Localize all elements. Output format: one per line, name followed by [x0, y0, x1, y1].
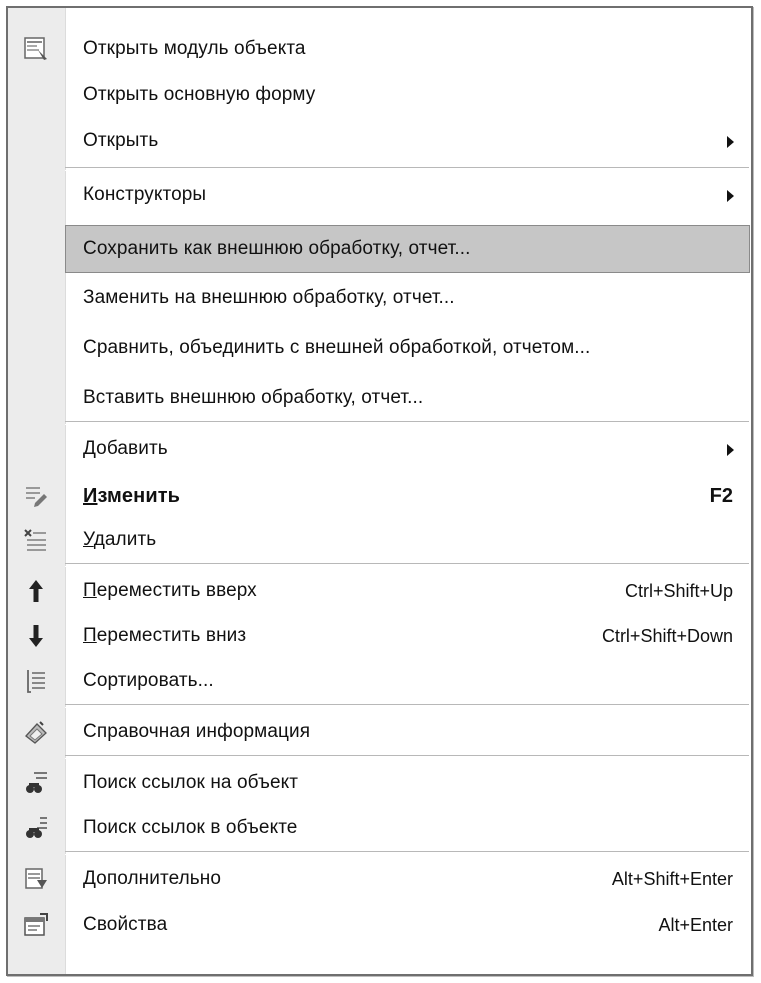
context-menu: Открыть модуль объекта Открыть основную …	[6, 6, 753, 976]
menu-item-delete[interactable]: Удалить	[8, 517, 751, 563]
label-rest: ереместить вверх	[96, 580, 257, 601]
advanced-icon	[14, 863, 58, 895]
menu-item-compare-merge-external[interactable]: Сравнить, объединить с внешней обработко…	[8, 325, 751, 371]
shortcut-text: Alt+Enter	[658, 914, 733, 935]
menu-separator	[65, 704, 749, 708]
menu-item-label: Поиск ссылок на объект	[83, 772, 299, 793]
help-info-icon	[14, 716, 58, 748]
label-rest: далить	[93, 529, 157, 550]
menu-item-edit[interactable]: Изменить F2	[8, 473, 751, 519]
shortcut-text: Ctrl+Shift+Down	[601, 625, 733, 646]
menu-item-label: Вставить внешнюю обработку, отчет...	[83, 387, 424, 408]
menu-item-advanced[interactable]: Дополнительно Alt+Shift+Enter	[8, 856, 751, 902]
mnemonic-letter: И	[83, 484, 98, 507]
submenu-arrow-icon	[727, 190, 734, 202]
mnemonic-letter: П	[83, 580, 97, 601]
mnemonic-letter: У	[83, 529, 94, 550]
menu-item-label: Справочная информация	[83, 721, 311, 742]
label-rest: зменить	[97, 484, 181, 507]
menu-separator	[65, 563, 749, 567]
arrow-down-icon	[14, 620, 58, 652]
menu-item-label: Конструкторы	[83, 184, 207, 205]
find-references-to-icon	[14, 767, 58, 799]
menu-separator	[65, 167, 749, 171]
menu-item-label: Изменить	[83, 485, 180, 508]
menu-item-label: Переместить вверх	[83, 580, 257, 602]
menu-item-label: Свойства	[83, 914, 168, 935]
menu-item-label: Открыть	[83, 130, 159, 151]
menu-item-label: Сравнить, объединить с внешней обработко…	[83, 337, 591, 358]
menu-item-label: Удалить	[83, 529, 156, 551]
menu-item-properties[interactable]: Свойства Alt+Enter	[8, 902, 751, 948]
menu-item-insert-external[interactable]: Вставить внешнюю обработку, отчет...	[8, 375, 751, 421]
menu-separator	[65, 421, 749, 425]
properties-icon	[14, 909, 58, 941]
menu-item-label: Переместить вниз	[83, 625, 246, 647]
shortcut-text: F2	[709, 484, 733, 507]
menu-item-move-down[interactable]: Переместить вниз Ctrl+Shift+Down	[8, 613, 751, 659]
menu-item-label: Добавить	[83, 438, 168, 459]
find-references-in-icon	[14, 812, 58, 844]
menu-item-label: Заменить на внешнюю обработку, отчет...	[83, 287, 455, 308]
menu-item-help-info[interactable]: Справочная информация	[8, 709, 751, 755]
menu-item-open[interactable]: Открыть	[8, 118, 751, 164]
menu-item-open-main-form[interactable]: Открыть основную форму	[8, 72, 751, 118]
menu-item-label: Открыть основную форму	[83, 84, 316, 105]
submenu-arrow-icon	[727, 444, 734, 456]
submenu-arrow-icon	[727, 136, 734, 148]
delete-icon	[14, 524, 58, 556]
shortcut-text: Ctrl+Shift+Up	[624, 580, 733, 601]
mnemonic-letter: П	[83, 625, 97, 646]
sort-icon	[14, 665, 58, 697]
menu-separator	[65, 755, 749, 759]
menu-separator	[65, 851, 749, 855]
edit-icon	[14, 480, 58, 512]
module-form-icon	[14, 33, 58, 65]
label-rest: ереместить вниз	[96, 625, 247, 646]
menu-item-label: Дополнительно	[83, 868, 222, 889]
menu-item-constructors[interactable]: Конструкторы	[8, 172, 751, 218]
menu-item-label: Открыть модуль объекта	[83, 38, 306, 59]
menu-item-replace-with-external[interactable]: Заменить на внешнюю обработку, отчет...	[8, 275, 751, 321]
menu-item-label: Сохранить как внешнюю обработку, отчет..…	[83, 238, 471, 259]
menu-item-sort[interactable]: Сортировать...	[8, 658, 751, 704]
menu-item-save-as-external[interactable]: Сохранить как внешнюю обработку, отчет..…	[65, 225, 750, 273]
menu-item-label: Поиск ссылок в объекте	[83, 817, 298, 838]
menu-item-open-object-module[interactable]: Открыть модуль объекта	[8, 26, 751, 72]
menu-item-add[interactable]: Добавить	[8, 426, 751, 472]
arrow-up-icon	[14, 575, 58, 607]
menu-item-move-up[interactable]: Переместить вверх Ctrl+Shift+Up	[8, 568, 751, 614]
menu-item-find-references-in[interactable]: Поиск ссылок в объекте	[8, 805, 751, 851]
menu-item-label: Сортировать...	[83, 670, 214, 691]
shortcut-text: Alt+Shift+Enter	[611, 868, 733, 889]
menu-item-find-references-to[interactable]: Поиск ссылок на объект	[8, 760, 751, 806]
